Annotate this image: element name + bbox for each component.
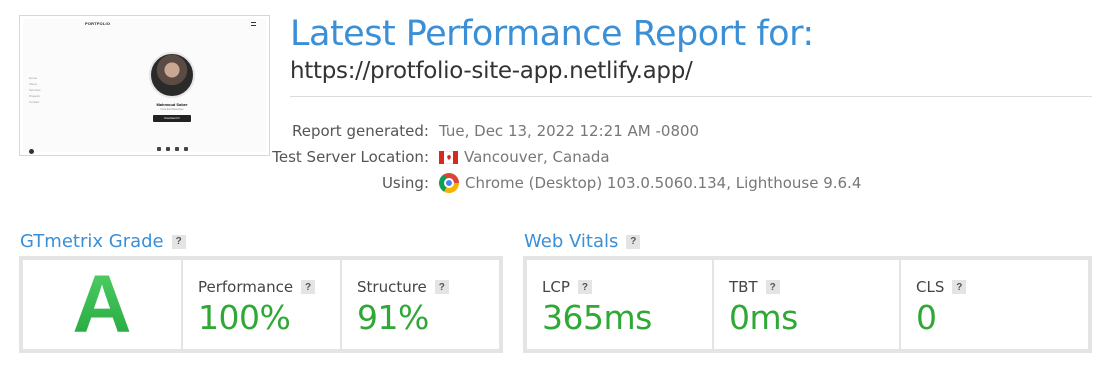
cls-value: 0: [916, 298, 937, 337]
tbt-label-wrap: TBT ?: [729, 278, 780, 296]
help-icon[interactable]: ?: [952, 280, 967, 294]
social-icon: [166, 147, 170, 151]
canada-flag-icon: [439, 150, 458, 164]
metric-label: CLS: [916, 278, 945, 296]
thumbnail-canvas: PORTFOLIO Home About Services Projects C…: [23, 19, 266, 154]
info-value-wrap: Vancouver, Canada: [439, 148, 610, 166]
thumbnail-role: Front-End Developer: [160, 108, 184, 111]
help-icon[interactable]: ?: [301, 280, 316, 294]
help-icon[interactable]: ?: [626, 234, 641, 249]
info-label: Test Server Location:: [272, 148, 429, 166]
metric-label: Structure: [357, 278, 427, 296]
metric-label: TBT: [729, 278, 758, 296]
report-info: Report generated: Tue, Dec 13, 2022 12:2…: [240, 118, 940, 196]
grade-cell: A: [23, 258, 181, 350]
page-title: Latest Performance Report for:: [290, 14, 814, 54]
cls-label-wrap: CLS ?: [916, 278, 967, 296]
gtmetrix-grade-heading: GTmetrix Grade ?: [20, 231, 186, 252]
section-title: GTmetrix Grade: [20, 231, 164, 252]
lcp-label-wrap: LCP ?: [542, 278, 592, 296]
performance-label-wrap: Performance ?: [198, 278, 316, 296]
thumbnail-download-button: Download CV: [153, 115, 191, 122]
social-icon: [184, 147, 188, 151]
info-row-location: Test Server Location: Vancouver, Canada: [240, 144, 940, 170]
web-vitals-panel: LCP ? 365ms TBT ? 0ms CLS ? 0: [523, 256, 1092, 353]
info-label: Using:: [381, 174, 429, 192]
thumbnail-brand: PORTFOLIO: [85, 21, 111, 26]
help-icon[interactable]: ?: [434, 280, 449, 294]
page-screenshot-thumbnail[interactable]: PORTFOLIO Home About Services Projects C…: [19, 15, 270, 156]
theme-toggle-icon: [29, 149, 34, 154]
thumbnail-footer: [29, 149, 34, 154]
cls-cell: CLS ? 0: [901, 260, 1088, 349]
grade-letter: A: [72, 258, 132, 350]
thumbnail-social-icons: [157, 147, 188, 151]
section-title: Web Vitals: [524, 231, 619, 252]
info-row-using: Using: Chrome (Desktop) 103.0.5060.134, …: [240, 170, 940, 196]
thumbnail-name: Mahmoud Saber: [156, 102, 188, 107]
info-label: Report generated:: [291, 122, 429, 140]
gtmetrix-grade-panel: A Performance ? 100% Structure ? 91%: [19, 256, 503, 353]
help-icon[interactable]: ?: [765, 280, 780, 294]
performance-cell: Performance ? 100%: [183, 260, 340, 349]
structure-cell: Structure ? 91%: [342, 260, 499, 349]
info-row-generated: Report generated: Tue, Dec 13, 2022 12:2…: [240, 118, 940, 144]
header-divider: [290, 96, 1092, 97]
hamburger-icon: [251, 22, 256, 26]
web-vitals-heading: Web Vitals ?: [524, 231, 641, 252]
info-value-wrap: Chrome (Desktop) 103.0.5060.134, Lightho…: [439, 173, 861, 193]
structure-label-wrap: Structure ?: [357, 278, 449, 296]
thumbnail-nav-item: Contact: [29, 100, 40, 104]
chrome-icon: [439, 173, 459, 193]
avatar: [149, 52, 195, 98]
social-icon: [175, 147, 179, 151]
info-value: Tue, Dec 13, 2022 12:21 AM -0800: [439, 122, 700, 140]
help-icon[interactable]: ?: [171, 234, 186, 249]
thumbnail-nav: Home About Services Projects Contact: [29, 75, 41, 105]
report-url-link[interactable]: https://protfolio-site-app.netlify.app/: [290, 58, 693, 84]
structure-value: 91%: [357, 298, 429, 337]
social-icon: [157, 147, 161, 151]
tbt-cell: TBT ? 0ms: [714, 260, 899, 349]
lcp-value: 365ms: [542, 298, 652, 337]
tbt-value: 0ms: [729, 298, 798, 337]
metric-label: LCP: [542, 278, 570, 296]
info-value: Chrome (Desktop) 103.0.5060.134, Lightho…: [465, 174, 862, 192]
help-icon[interactable]: ?: [577, 280, 592, 294]
lcp-cell: LCP ? 365ms: [527, 260, 712, 349]
performance-value: 100%: [198, 298, 291, 337]
info-value: Vancouver, Canada: [464, 148, 610, 166]
metric-label: Performance: [198, 278, 294, 296]
